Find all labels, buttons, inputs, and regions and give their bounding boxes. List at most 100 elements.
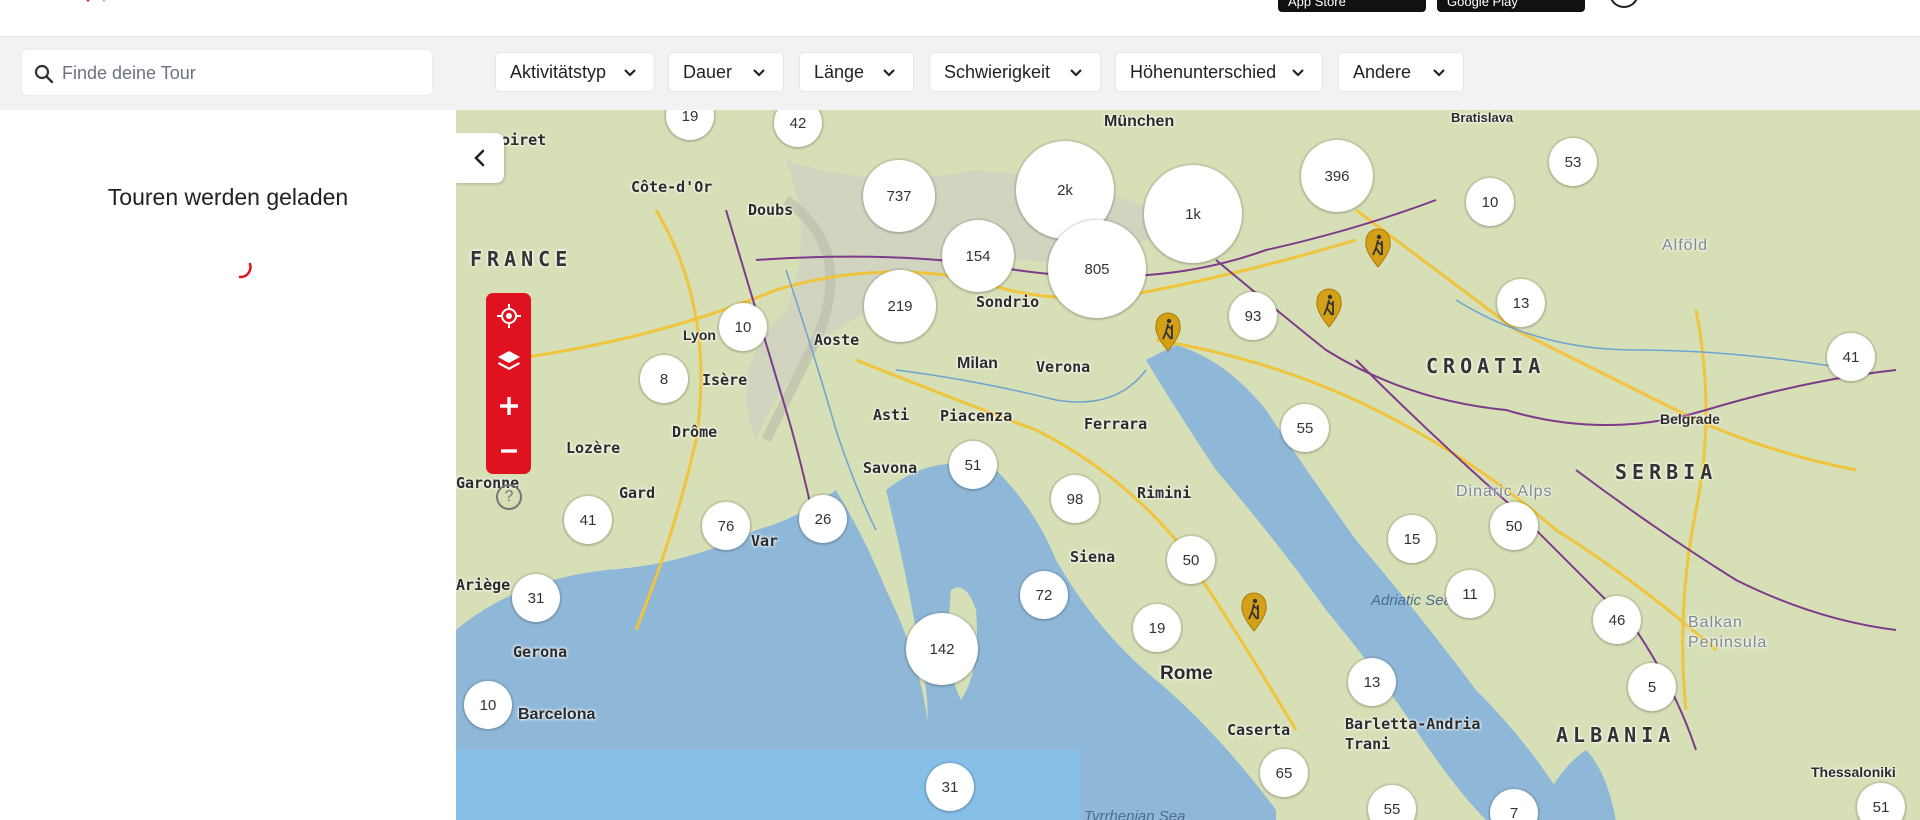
- place-label: Ariège: [456, 576, 511, 594]
- zoom-out-button[interactable]: [486, 428, 531, 473]
- search-input[interactable]: [62, 60, 422, 86]
- chevron-down-icon: [1433, 69, 1445, 77]
- tour-cluster[interactable]: 50: [1490, 502, 1538, 550]
- loading-message: Touren werden geladen: [107, 184, 349, 210]
- filter-label: Länge: [814, 61, 865, 82]
- search-box: [21, 49, 433, 96]
- tour-cluster[interactable]: 50: [1167, 536, 1215, 584]
- tour-cluster[interactable]: 396: [1301, 140, 1373, 212]
- app-store-label: App Store: [1288, 0, 1346, 9]
- tour-cluster[interactable]: 219: [864, 270, 936, 342]
- tour-cluster[interactable]: 1k: [1144, 165, 1242, 263]
- tour-cluster[interactable]: 46: [1593, 596, 1641, 644]
- hiker-icon[interactable]: [1313, 288, 1345, 328]
- tour-cluster[interactable]: 10: [464, 681, 512, 729]
- filter-difficulty[interactable]: Schwierigkeit: [929, 52, 1101, 92]
- chevron-down-icon: [1292, 69, 1304, 77]
- tour-cluster[interactable]: 5: [1628, 663, 1676, 711]
- place-label: Belgrade: [1660, 411, 1720, 427]
- search-icon: [34, 64, 54, 84]
- tour-cluster[interactable]: 10: [719, 303, 767, 351]
- place-label: Thessaloniki: [1811, 764, 1896, 780]
- tour-cluster[interactable]: 11: [1446, 570, 1494, 618]
- chevron-down-icon: [753, 69, 765, 77]
- tour-cluster[interactable]: 55: [1281, 404, 1329, 452]
- tour-cluster[interactable]: 13: [1497, 279, 1545, 327]
- place-label: ALBANIA: [1556, 723, 1676, 747]
- place-label: Barletta-Andria Trani: [1345, 715, 1481, 753]
- place-label: Sondrio: [976, 293, 1040, 311]
- hiker-icon[interactable]: [1152, 312, 1184, 352]
- chevron-left-icon: [474, 149, 485, 167]
- tour-cluster[interactable]: 98: [1051, 475, 1099, 523]
- filter-label: Aktivitätstyp: [510, 61, 607, 82]
- hiker-icon[interactable]: [1362, 228, 1394, 268]
- user-icon[interactable]: [1609, 0, 1639, 8]
- place-label: Var: [751, 532, 779, 550]
- tour-cluster[interactable]: 19: [1133, 604, 1181, 652]
- filter-elevation[interactable]: Höhenunterschied: [1115, 52, 1323, 92]
- place-label: Ferrara: [1084, 415, 1148, 433]
- map[interactable]: München Bratislava Côte-d'Or Doubs Loire…: [456, 110, 1920, 820]
- zoom-in-button[interactable]: [486, 383, 531, 428]
- tour-cluster[interactable]: 154: [942, 220, 1014, 292]
- tour-cluster[interactable]: 13: [1348, 658, 1396, 706]
- tour-cluster[interactable]: 41: [564, 496, 612, 544]
- place-label: Aoste: [814, 331, 860, 349]
- tour-cluster[interactable]: 65: [1260, 749, 1308, 797]
- tour-cluster[interactable]: 142: [906, 613, 978, 685]
- app-store-button[interactable]: App Store: [1278, 0, 1426, 12]
- collapse-panel-button[interactable]: [456, 133, 504, 183]
- layers-button[interactable]: [486, 338, 531, 383]
- locate-button[interactable]: [486, 293, 531, 338]
- logo[interactable]: [72, 0, 128, 12]
- google-play-button[interactable]: Google Play: [1437, 0, 1585, 12]
- place-label: CROATIA: [1426, 354, 1546, 378]
- tour-cluster[interactable]: 31: [926, 763, 974, 811]
- tour-cluster[interactable]: 93: [1229, 292, 1277, 340]
- loading-spinner: [238, 262, 252, 279]
- chevron-down-icon: [883, 69, 895, 77]
- place-label: Siena: [1070, 548, 1116, 566]
- tour-cluster[interactable]: 26: [799, 495, 847, 543]
- hiker-icon[interactable]: [1238, 592, 1270, 632]
- place-label: Isère: [702, 371, 748, 389]
- tour-cluster[interactable]: 51: [949, 441, 997, 489]
- place-label: Milan: [957, 355, 998, 372]
- filter-label: Schwierigkeit: [944, 61, 1051, 82]
- tour-cluster[interactable]: 15: [1388, 515, 1436, 563]
- help-icon[interactable]: ?: [496, 484, 522, 510]
- filter-duration[interactable]: Dauer: [668, 52, 784, 92]
- tour-cluster[interactable]: 53: [1549, 138, 1597, 186]
- place-label: Dinaric Alps: [1456, 483, 1553, 500]
- filter-label: Höhenunterschied: [1130, 61, 1277, 82]
- place-label: Caserta: [1227, 721, 1291, 739]
- place-label: Tyrrhenian Sea: [1084, 808, 1186, 820]
- place-label: Piacenza: [940, 407, 1013, 425]
- filter-activity-type[interactable]: Aktivitätstyp: [495, 52, 655, 92]
- tour-cluster[interactable]: 31: [512, 574, 560, 622]
- filter-label: Andere: [1353, 61, 1412, 82]
- tour-cluster[interactable]: 8: [640, 355, 688, 403]
- place-label: Rimini: [1137, 484, 1192, 502]
- place-label: Lozère: [566, 439, 621, 457]
- map-controls: [486, 293, 531, 474]
- tour-cluster[interactable]: 76: [702, 502, 750, 550]
- map-inset-area: [456, 750, 1080, 820]
- place-label: Gerona: [513, 643, 568, 661]
- filter-length[interactable]: Länge: [799, 52, 914, 92]
- filter-other[interactable]: Andere: [1338, 52, 1464, 92]
- crosshair-icon: [496, 303, 521, 328]
- place-label: Barcelona: [518, 706, 596, 723]
- place-label: Alföld: [1662, 237, 1709, 254]
- place-label: Bratislava: [1451, 110, 1514, 125]
- layers-icon: [497, 350, 520, 370]
- tour-cluster[interactable]: 737: [863, 160, 935, 232]
- tour-cluster[interactable]: 805: [1048, 220, 1146, 318]
- tour-cluster[interactable]: 72: [1020, 571, 1068, 619]
- place-label: Verona: [1036, 358, 1091, 376]
- place-label: Asti: [873, 406, 910, 424]
- tour-cluster[interactable]: 41: [1827, 333, 1875, 381]
- place-label: Lyon: [683, 327, 716, 343]
- tour-cluster[interactable]: 10: [1466, 178, 1514, 226]
